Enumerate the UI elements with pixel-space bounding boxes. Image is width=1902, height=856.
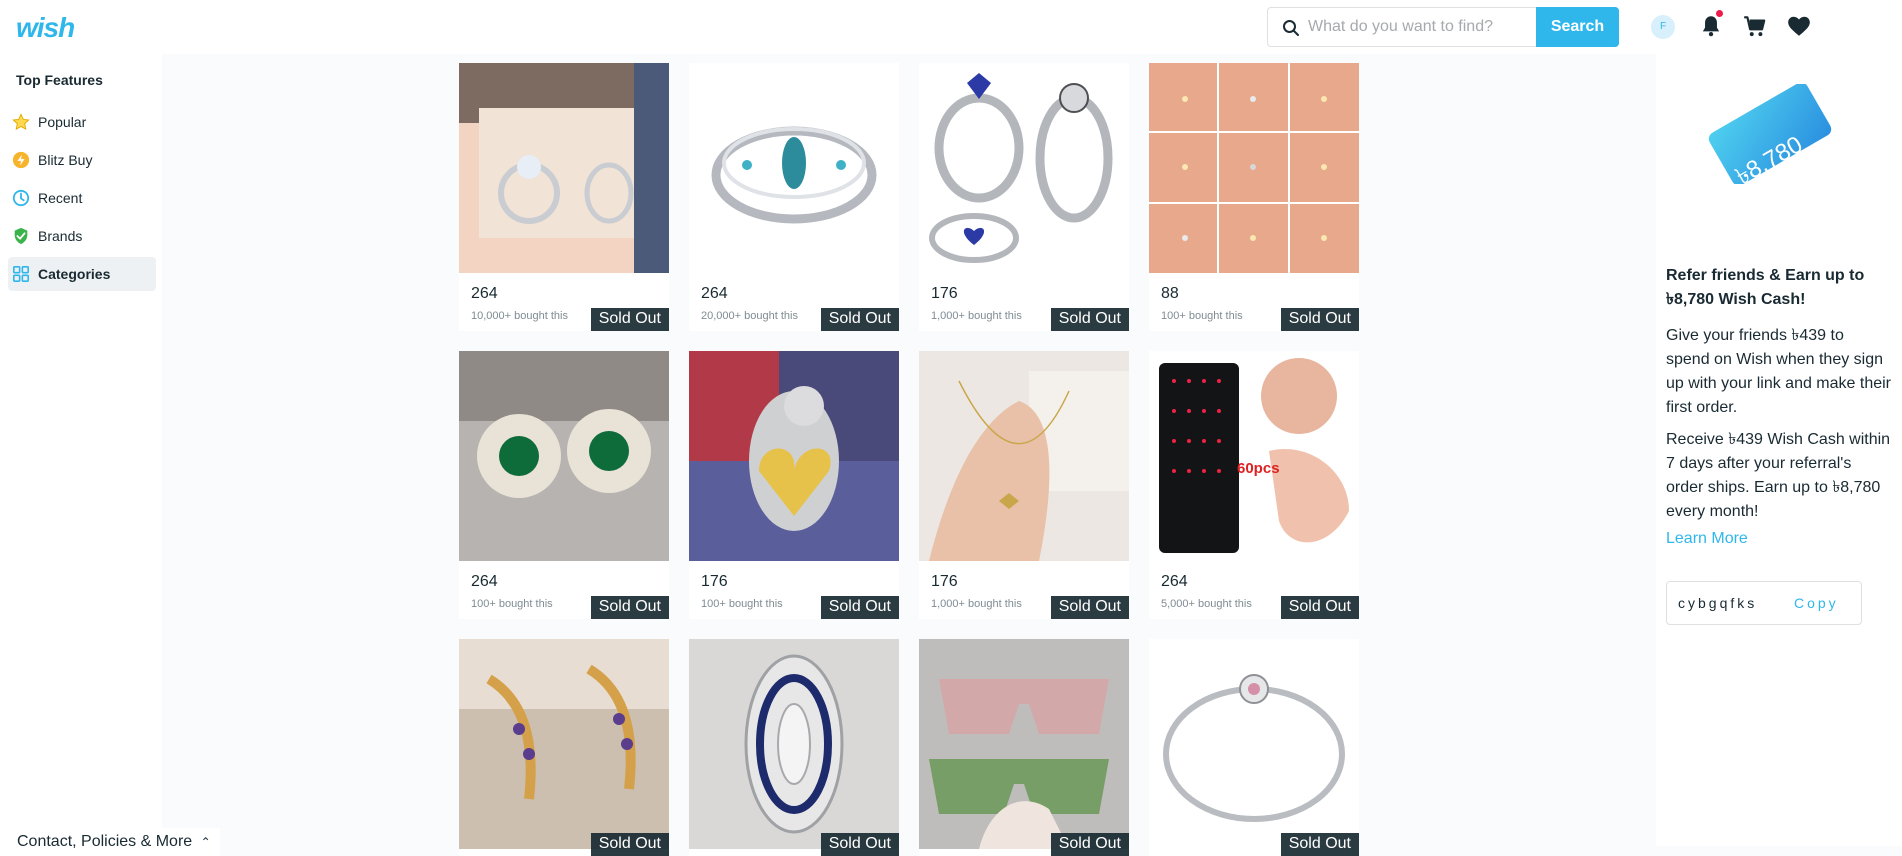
referral-text-2: Receive ৳439 Wish Cash within 7 days aft… [1666, 431, 1891, 520]
sidebar-item-label: Blitz Buy [38, 152, 93, 168]
product-image-sunglasses [919, 639, 1129, 849]
sold-out-badge: Sold Out [590, 596, 669, 619]
bought-count: 100+ bought this [701, 598, 783, 610]
wish-logo[interactable]: wish [16, 12, 75, 44]
search-icon [1283, 20, 1299, 36]
learn-more-link[interactable]: Learn More [1666, 530, 1748, 548]
bought-count: 1,000+ bought this [931, 310, 1022, 322]
sold-out-badge: Sold Out [590, 308, 669, 331]
product-card[interactable]: Sold Out 264 20,000+ bought this [689, 63, 899, 331]
sold-out-badge: Sold Out [1050, 833, 1129, 856]
sidebar-item-categories[interactable]: Categories [8, 257, 156, 291]
sold-out-badge: Sold Out [1280, 596, 1359, 619]
sold-out-badge: Sold Out [820, 833, 899, 856]
referral-text-1: Give your friends ৳439 to spend on Wish … [1666, 327, 1891, 416]
product-image-emerald-earrings [459, 351, 669, 561]
bought-count: 10,000+ bought this [471, 310, 568, 322]
sidebar-item-popular[interactable]: Popular [8, 105, 156, 139]
grid-icon [12, 265, 30, 283]
product-card[interactable]: Sold Out [459, 639, 669, 856]
sidebar-item-brands[interactable]: Brands [8, 219, 156, 253]
sidebar-item-label: Categories [38, 266, 111, 282]
sidebar: Top Features Popular Blitz Buy Recent Br… [0, 54, 162, 856]
sidebar-item-label: Popular [38, 114, 87, 130]
sold-out-badge: Sold Out [820, 308, 899, 331]
referral-panel: ৳8,780 WISH CASH Refer friends & Earn up… [1656, 54, 1902, 846]
verified-shield-icon [14, 227, 28, 245]
star-icon [12, 113, 30, 130]
product-image-marquise-ring [689, 639, 899, 849]
product-image-butterfly-necklace [919, 351, 1129, 561]
sidebar-item-label: Recent [38, 190, 83, 206]
product-image-sloth-pendant [689, 351, 899, 561]
heart-icon[interactable] [1786, 13, 1812, 39]
product-card[interactable]: Sold Out 176 100+ bought this [689, 351, 899, 619]
product-card[interactable]: Sold Out [1149, 639, 1359, 856]
sold-out-badge: Sold Out [820, 596, 899, 619]
product-card[interactable]: Sold Out 264 10,000+ bought this [459, 63, 669, 331]
cart-icon[interactable] [1742, 13, 1768, 39]
sold-out-badge: Sold Out [1280, 308, 1359, 331]
clock-icon [12, 189, 30, 207]
product-image-charm-bracelet [1149, 639, 1359, 849]
product-image-rings [459, 63, 669, 273]
top-header: wish Search F [0, 0, 1902, 54]
search-button[interactable]: Search [1536, 7, 1619, 47]
blitz-buy-icon [12, 151, 30, 169]
product-card[interactable]: Sold Out [689, 639, 899, 856]
product-card[interactable]: Sold Out 176 1,000+ bought this [919, 351, 1129, 619]
product-image-amethyst-earrings [459, 639, 669, 849]
avatar[interactable]: F [1651, 15, 1675, 39]
bought-count: 20,000+ bought this [701, 310, 798, 322]
product-card[interactable]: Sold Out 176 1,000+ bought this [919, 63, 1129, 331]
bought-count: 100+ bought this [471, 598, 553, 610]
sidebar-item-blitz-buy[interactable]: Blitz Buy [8, 143, 156, 177]
product-price: 264 [1161, 573, 1188, 590]
product-price: 176 [931, 285, 958, 302]
copy-button[interactable]: Copy [1794, 595, 1839, 611]
product-image-teal-ring [689, 63, 899, 273]
product-card[interactable]: Sold Out 88 100+ bought this [1149, 63, 1359, 331]
sold-out-badge: Sold Out [1050, 308, 1129, 331]
sold-out-badge: Sold Out [590, 833, 669, 856]
sold-out-badge: Sold Out [1050, 596, 1129, 619]
product-image-skull-ring [919, 63, 1129, 273]
product-price: 264 [701, 285, 728, 302]
product-card[interactable]: 60pcs Sold Out 264 5,000+ bought this [1149, 351, 1359, 619]
product-price: 176 [931, 573, 958, 590]
sidebar-item-recent[interactable]: Recent [8, 181, 156, 215]
product-price: 88 [1161, 285, 1179, 302]
product-card[interactable]: Sold Out 264 100+ bought this [459, 351, 669, 619]
product-price: 176 [701, 573, 728, 590]
sidebar-title: Top Features [16, 72, 103, 88]
footer-label: Contact, Policies & More [17, 833, 193, 850]
product-card[interactable]: Sold Out [919, 639, 1129, 856]
product-price: 264 [471, 285, 498, 302]
contact-policies-link[interactable]: Contact, Policies & More ⌃ [0, 828, 220, 856]
referral-title: Refer friends & Earn up to ৳8,780 Wish C… [1666, 267, 1865, 308]
bought-count: 100+ bought this [1161, 310, 1243, 322]
bought-count: 1,000+ bought this [931, 598, 1022, 610]
product-price: 264 [471, 573, 498, 590]
referral-code-box: cybgqfks Copy [1666, 581, 1862, 625]
notification-dot [1716, 10, 1723, 17]
sidebar-item-label: Brands [38, 228, 83, 244]
referral-code: cybgqfks [1678, 595, 1758, 611]
svg-text:60pcs: 60pcs [1237, 460, 1280, 477]
sold-out-badge: Sold Out [1280, 833, 1359, 856]
bought-count: 5,000+ bought this [1161, 598, 1252, 610]
search-input[interactable] [1308, 9, 1538, 45]
chevron-up-icon: ⌃ [200, 835, 211, 849]
product-image-nose-rings-60pcs: 60pcs [1149, 351, 1359, 561]
product-image-nose-studs [1149, 63, 1359, 273]
